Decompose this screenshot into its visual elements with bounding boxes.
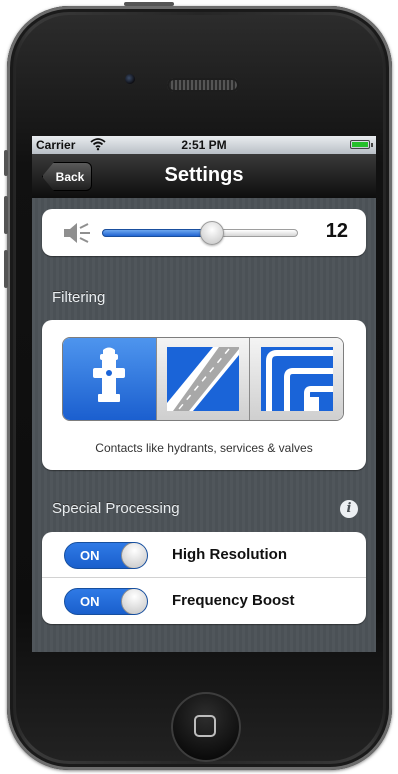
front-camera [125,74,135,84]
filter-segment-hydrants[interactable] [63,338,157,420]
toggle-row-frequency-boost: ON Frequency Boost [42,578,366,624]
toggle-row-high-resolution: ON High Resolution [42,532,366,578]
settings-content: 12 Filtering Contacts like hydrants, ser… [32,198,376,652]
speaker-muted-icon [62,222,92,244]
battery-fill [352,142,368,147]
volume-slider[interactable] [102,221,298,245]
page-title: Settings [164,164,244,186]
switch-knob [121,543,147,568]
switch-state-text: ON [80,548,100,563]
switch-state-text: ON [80,594,100,609]
volume-value: 12 [325,220,348,242]
filter-segmented-control [62,337,344,421]
home-square-icon [194,715,216,737]
screen: Carrier 2:51 PM Back Settings 12 Filteri… [32,136,376,652]
filtering-section-label: Filtering [52,289,106,306]
earpiece-speaker [167,78,239,92]
filter-segment-pipes[interactable] [250,338,343,420]
high-resolution-label: High Resolution [172,546,287,563]
filter-segment-roads[interactable] [156,338,251,420]
battery-icon [350,140,373,149]
slider-thumb[interactable] [200,221,224,245]
slider-fill [102,229,212,237]
pipes-icon [260,347,333,411]
special-processing-section-label: Special Processing [52,500,180,517]
info-icon[interactable]: i [340,500,358,518]
volume-up-button[interactable] [4,196,8,234]
volume-panel: 12 [42,209,366,256]
home-button[interactable] [171,692,241,762]
mute-switch[interactable] [4,150,8,176]
special-processing-panel: ON High Resolution ON Frequency Boost [42,532,366,624]
hydrant-icon [89,346,129,413]
volume-down-button[interactable] [4,250,8,288]
frequency-boost-label: Frequency Boost [172,592,295,609]
clock: 2:51 PM [181,138,227,152]
road-icon [167,347,239,411]
filtering-panel: Contacts like hydrants, services & valve… [42,320,366,470]
high-resolution-switch[interactable]: ON [64,542,148,569]
filter-caption: Contacts like hydrants, services & valve… [95,441,313,455]
battery-nub [371,143,373,147]
sleep-button[interactable] [124,2,174,6]
frequency-boost-switch[interactable]: ON [64,588,148,615]
switch-knob [121,589,147,614]
status-bar: Carrier 2:51 PM [32,136,376,154]
navigation-bar: Back Settings [32,154,376,198]
